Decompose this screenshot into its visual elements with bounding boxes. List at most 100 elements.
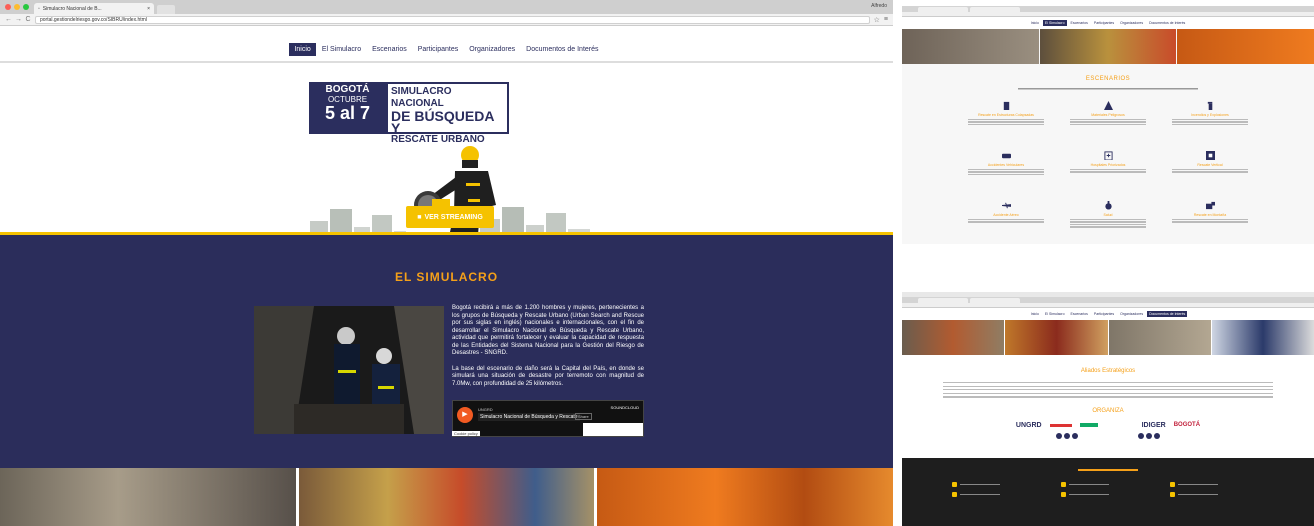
banner-title-line1: SIMULACRO NACIONAL (391, 86, 452, 109)
player-user[interactable]: UNGRD (478, 407, 493, 412)
forward-arrow-icon[interactable]: → (15, 16, 22, 23)
bogota-logo[interactable]: BOGOTÁ (1174, 422, 1200, 428)
twitter-icon[interactable] (1146, 432, 1152, 439)
nav-item-participantes[interactable]: Participantes (1092, 311, 1116, 317)
checkbox-icon (951, 492, 957, 497)
small-browser-tab[interactable] (918, 7, 968, 12)
photo-strip-image-1 (0, 468, 296, 526)
nav-item-documentos[interactable]: Documentos de Interés (1147, 20, 1187, 26)
escenarios-photo-2 (1039, 29, 1177, 64)
close-window-button[interactable] (5, 4, 11, 10)
photo-strip (0, 468, 893, 526)
nav-item-el-simulacro[interactable]: El Simulacro (1043, 311, 1067, 317)
back-arrow-icon[interactable]: ← (5, 16, 12, 23)
nav-item-inicio[interactable]: Inicio (1029, 20, 1041, 26)
facebook-icon[interactable] (1056, 432, 1062, 439)
organizadores-photo-4 (1211, 320, 1314, 355)
escenarios-window: Inicio El Simulacro Escenarios Participa… (902, 6, 1314, 244)
banner-title-line2: DE BÚSQUEDA Y (391, 108, 494, 136)
nav-item-escenarios[interactable]: Escenarios (1069, 311, 1090, 317)
player-track-title[interactable]: Simulacro Nacional de Búsqueda y Rescate (478, 413, 580, 421)
escenario-name: Incendios y Explosiones (1191, 113, 1229, 117)
enlaces-de-interes-section (902, 458, 1314, 526)
nav-item-inicio[interactable]: Inicio (1029, 311, 1041, 317)
nav-item-documentos[interactable]: Documentos de Interés (521, 43, 603, 56)
escenario-card[interactable]: Rescate en Montaña (1166, 201, 1254, 244)
youtube-icon[interactable] (1072, 432, 1078, 439)
enlace-link[interactable] (951, 482, 1047, 487)
close-tab-icon[interactable]: × (147, 6, 150, 12)
main-browser-window: ▫ Simulacro Nacional de B... × Alfredo ←… (0, 0, 893, 526)
twitter-icon[interactable] (1064, 432, 1070, 439)
escenario-name: Salud (1103, 213, 1113, 217)
profile-name[interactable]: Alfredo (871, 3, 887, 9)
facebook-icon[interactable] (1138, 432, 1144, 439)
checkbox-icon (1060, 482, 1066, 487)
play-icon[interactable]: ▶ (457, 407, 473, 423)
small-browser-tab[interactable] (970, 7, 1020, 12)
small-browser-tab[interactable] (970, 298, 1020, 303)
reload-icon[interactable]: C (25, 16, 31, 23)
presidencia-logo[interactable] (1049, 423, 1072, 427)
escenario-description (1166, 119, 1254, 126)
browser-tab[interactable]: ▫ Simulacro Nacional de B... × (34, 3, 154, 14)
soundcloud-logo[interactable]: SOUNDCLOUD (611, 405, 639, 410)
escenario-card[interactable]: Hospitales Priorizados (1064, 151, 1152, 195)
idiger-logo[interactable]: IDIGER (1142, 422, 1166, 429)
escenario-card[interactable]: Salud (1064, 201, 1152, 244)
escenario-card[interactable]: Rescate Vertical (1166, 151, 1254, 195)
warning-icon (1103, 101, 1113, 110)
new-tab-button[interactable] (157, 5, 175, 14)
nav-item-escenarios[interactable]: Escenarios (1069, 20, 1090, 26)
escenario-card[interactable]: Materiales Peligrosos (1064, 101, 1152, 145)
escenario-card[interactable]: Accidente Aéreo (962, 201, 1050, 244)
escenario-card[interactable]: Incendios y Explosiones (1166, 101, 1254, 145)
share-button[interactable]: Share (575, 413, 592, 420)
ungrd-logo[interactable]: UNGRD (1016, 422, 1042, 429)
enlace-link[interactable] (1169, 482, 1265, 487)
enlace-link[interactable] (1169, 492, 1265, 497)
nav-item-el-simulacro[interactable]: El Simulacro (1042, 20, 1067, 26)
escenarios-navigation: Inicio El Simulacro Escenarios Participa… (902, 17, 1314, 29)
escenario-card[interactable]: Rescate en Estructuras Colapsadas (962, 101, 1050, 145)
organizadores-photo-1 (902, 320, 1005, 355)
video-camera-icon: ■ (417, 213, 422, 221)
nav-item-inicio[interactable]: Inicio (289, 42, 316, 56)
youtube-icon[interactable] (1154, 432, 1160, 439)
nav-item-escenarios[interactable]: Escenarios (367, 43, 412, 56)
enlace-link[interactable] (951, 492, 1047, 497)
banner-dates: 5 al 7 (324, 103, 371, 123)
social-icons-right (1138, 432, 1160, 439)
nav-item-participantes[interactable]: Participantes (1092, 20, 1116, 26)
mountain-icon (1205, 201, 1215, 210)
organizadores-photo-3 (1108, 320, 1211, 355)
browser-tab-bar: ▫ Simulacro Nacional de B... × Alfredo (0, 0, 893, 14)
escenario-name: Accidente Aéreo (993, 213, 1019, 217)
nav-item-el-simulacro[interactable]: El Simulacro (317, 43, 366, 56)
organizadores-photo-2 (1005, 320, 1108, 355)
menu-icon[interactable]: ≡ (884, 16, 888, 23)
minimize-window-button[interactable] (14, 4, 20, 10)
cookie-policy-link[interactable]: Cookie policy (452, 431, 480, 436)
ver-streaming-button[interactable]: ■ VER STREAMING (406, 206, 494, 228)
maximize-window-button[interactable] (23, 4, 29, 10)
nav-item-organizadores[interactable]: Organizadores (1118, 20, 1145, 26)
organizer-logos: UNGRD IDIGER BOGOTÁ (902, 422, 1314, 429)
nav-item-organizadores[interactable]: Organizadores (1118, 311, 1145, 317)
simulacro-paragraph-1: Bogotá recibirá a más de 1.200 hombres y… (452, 305, 644, 356)
colombia-logo[interactable] (1079, 423, 1098, 427)
enlace-link[interactable] (1060, 492, 1156, 497)
nav-item-organizadores[interactable]: Organizadores (464, 43, 520, 56)
escenario-card[interactable]: Accidentes Vehiculares (962, 151, 1050, 195)
star-icon[interactable]: ☆ (874, 16, 880, 24)
small-browser-tab[interactable] (918, 298, 968, 303)
nav-item-documentos[interactable]: Documentos de Interés (1147, 311, 1188, 317)
organizadores-window: Inicio El Simulacro Escenarios Participa… (902, 292, 1314, 526)
url-bar[interactable]: portal.gestiondelriesgo.gov.co/SIBRU/ind… (35, 15, 870, 24)
section-title: EL SIMULACRO (394, 270, 499, 284)
el-simulacro-section: EL SIMULACRO Bogotá recibirá a más de 1.… (0, 232, 893, 468)
banner-title-block: SIMULACRO NACIONAL DE BÚSQUEDA Y RESCATE… (386, 82, 509, 145)
enlace-link[interactable] (1060, 482, 1156, 487)
photo-strip-image-2 (298, 468, 595, 526)
nav-item-participantes[interactable]: Participantes (413, 43, 463, 56)
